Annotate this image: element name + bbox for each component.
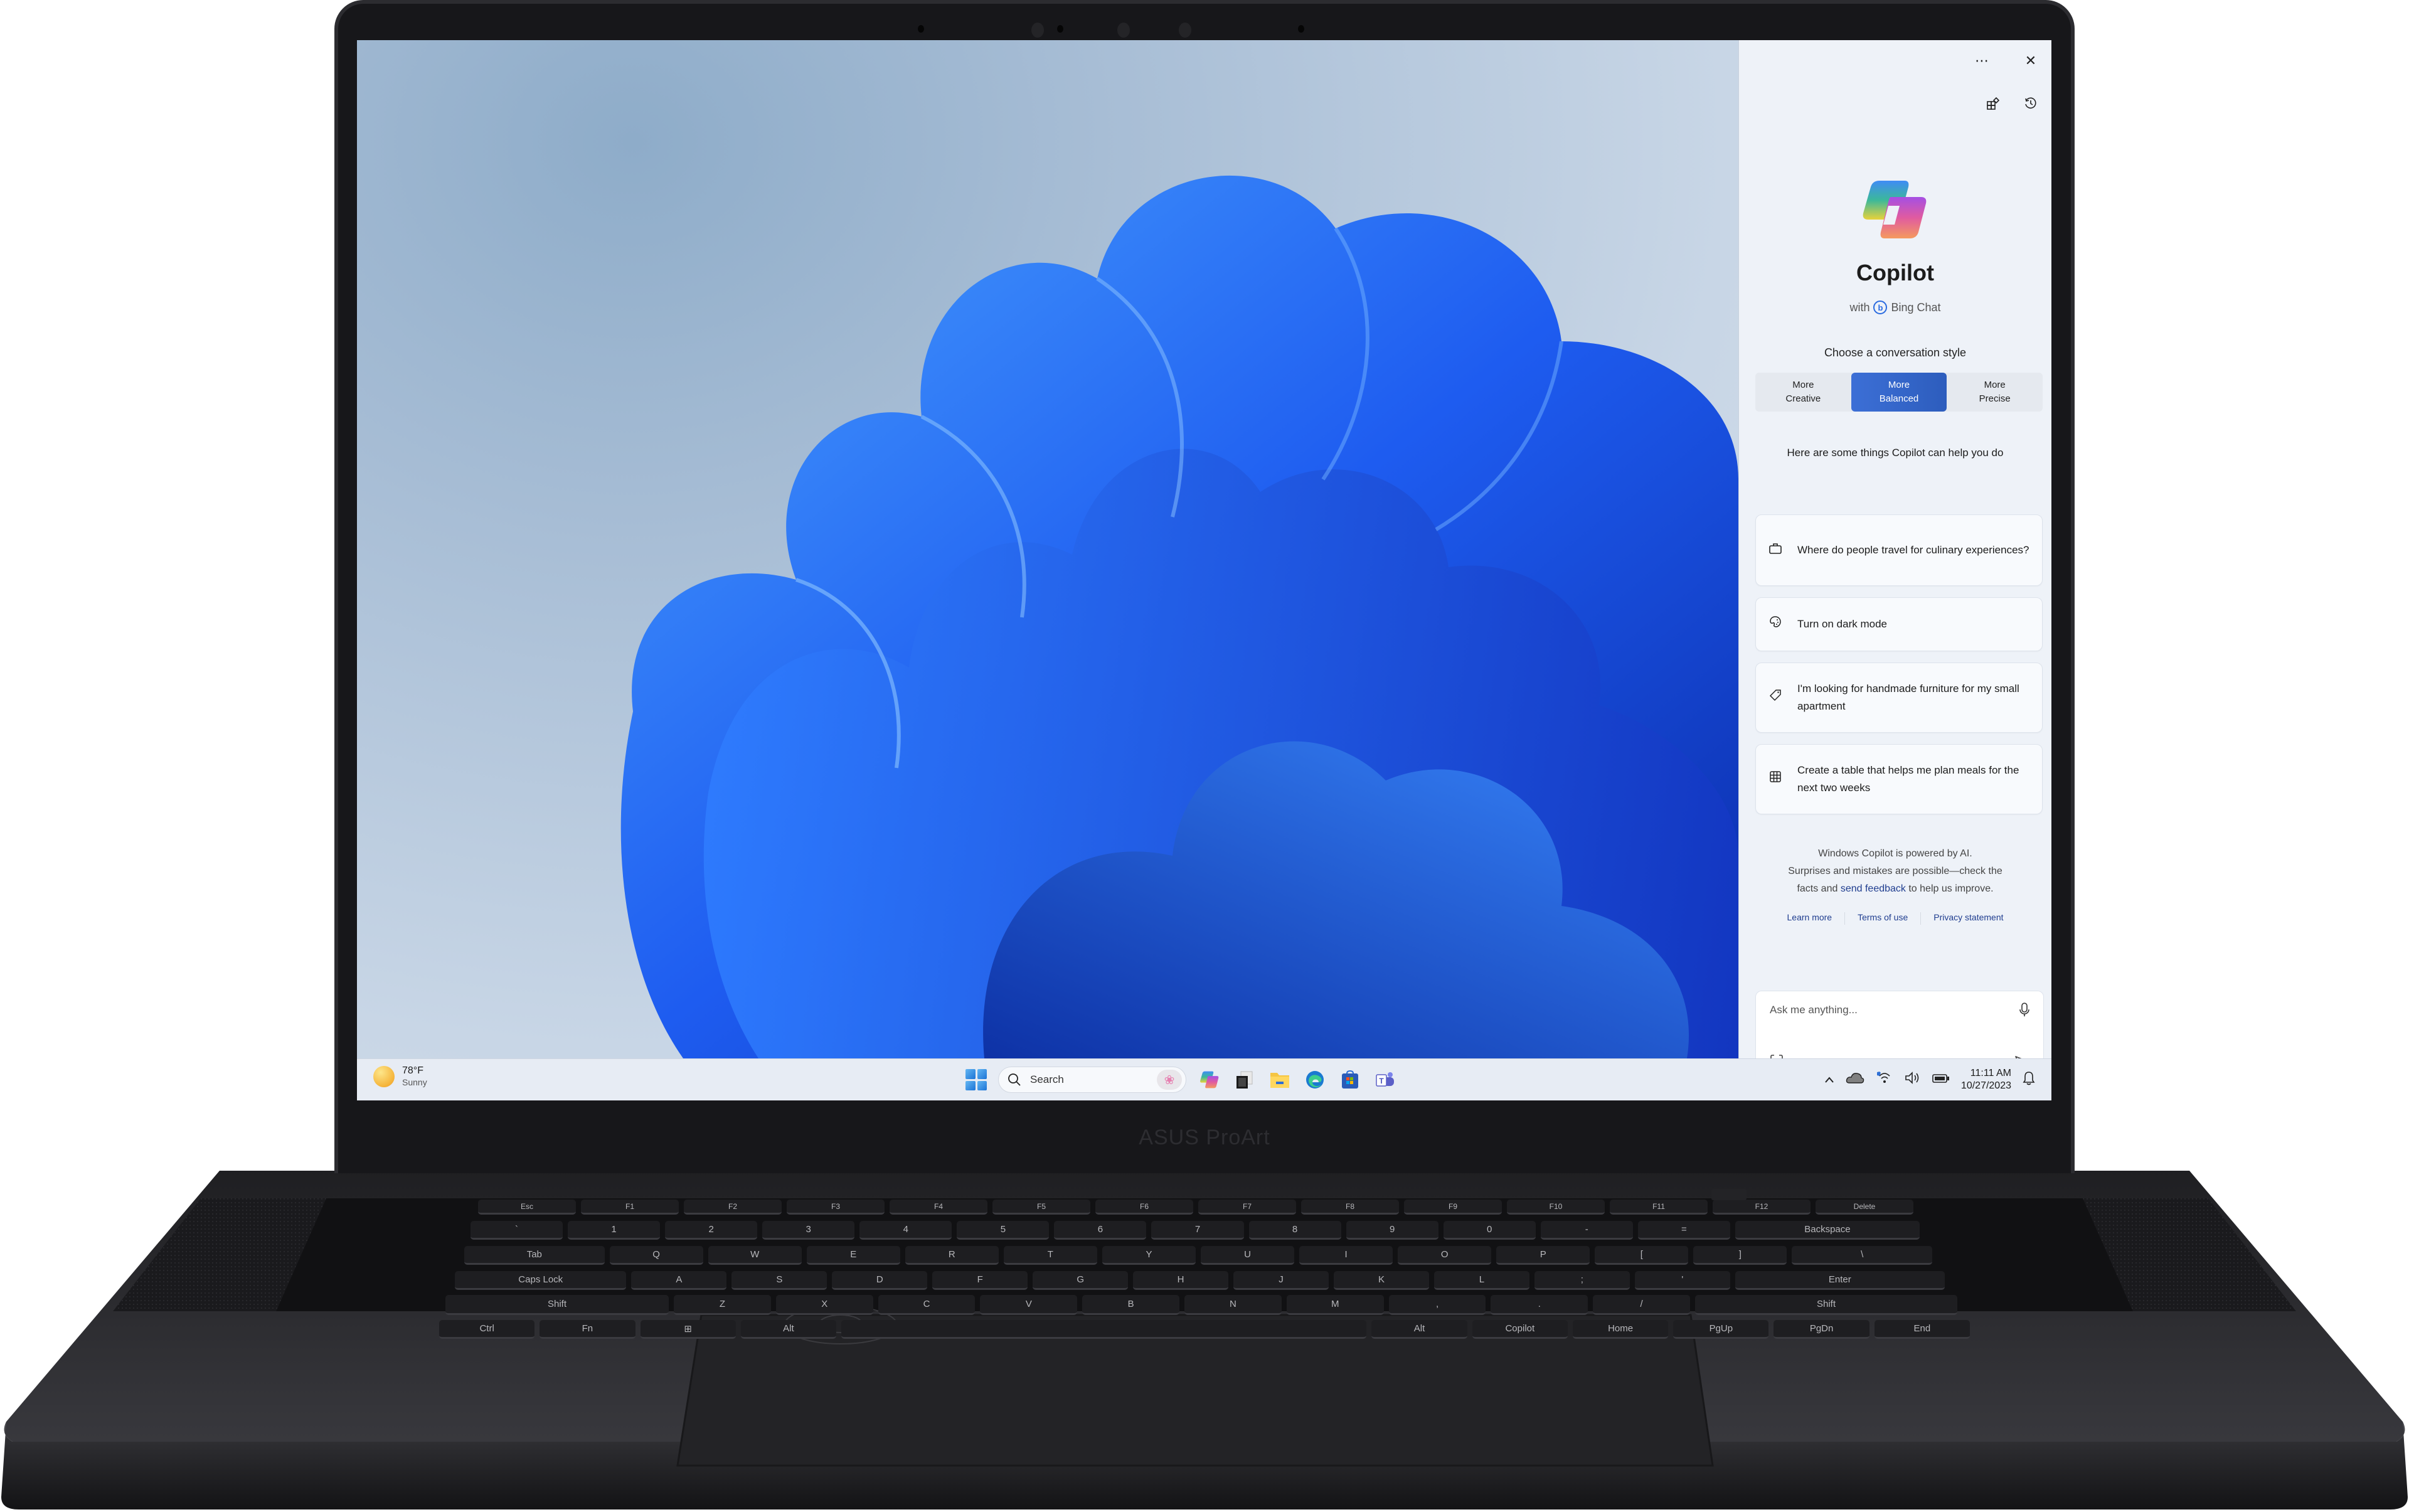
edge-icon[interactable] [1303,1068,1327,1092]
taskbar: 78°F Sunny Search ❀ T 11:11 AM 10/27/202… [357,1058,2051,1100]
suggestion-text: I'm looking for handmade furniture for m… [1797,683,2019,712]
learn-more-link[interactable]: Learn more [1787,912,1832,925]
bing-chat-icon: b [1873,301,1888,314]
suggestion-handmade-furniture[interactable]: I'm looking for handmade furniture for m… [1755,663,2043,733]
style-more-precise-button[interactable]: More Precise [1947,373,2043,412]
search-icon [1008,1073,1021,1086]
help-heading: Here are some things Copilot can help yo… [1787,447,2004,459]
search-label: Search [1030,1073,1064,1085]
chevron-up-icon[interactable] [1824,1073,1834,1087]
copilot-subtitle: with b Bing Chat [1739,301,2051,314]
laptop-photo: Esc F1 F2 F3 F4 F5 F6 F7 F8 F9 F10 F11 F12 Delete ` 1 2 3… [0,0,2409,1512]
suggestion-text: Where do people travel for culinary expe… [1797,544,2029,556]
terms-of-use-link[interactable]: Terms of use [1858,912,1908,925]
bell-icon[interactable] [2023,1070,2035,1089]
camera-icon [1117,23,1130,38]
windows-start-icon[interactable] [965,1069,987,1090]
volume-icon[interactable] [1905,1071,1921,1089]
screen: ⋯ ✕ Copilot with b Bing Chat Choose a co… [357,40,2051,1100]
laptop-base [1,1171,2408,1509]
svg-text:T: T [1379,1077,1384,1085]
plugins-icon[interactable] [1984,94,2002,113]
suggestion-text: Create a table that helps me plan meals … [1797,764,2019,794]
onedrive-icon[interactable] [1846,1072,1864,1088]
briefcase-icon [1768,541,1782,559]
clock[interactable]: 11:11 AM 10/27/2023 [1961,1067,2011,1092]
close-icon[interactable]: ✕ [2021,51,2040,70]
bloom-wallpaper-art [620,175,1738,1058]
taskbar-search[interactable]: Search ❀ [998,1067,1186,1093]
clock-date: 10/27/2023 [1960,1080,2011,1091]
history-icon[interactable] [2021,94,2040,113]
store-icon[interactable] [1338,1068,1362,1092]
system-tray: 11:11 AM 10/27/2023 [1824,1064,2035,1095]
suggestion-text: Turn on dark mode [1797,618,1887,630]
folder-icon[interactable] [1268,1068,1292,1092]
teams-icon[interactable]: T [1373,1068,1397,1092]
desktop-wallpaper [357,40,1738,1058]
copilot-logo-icon [1863,181,1927,238]
conversation-style-selector: More Creative More Balanced More Precise [1755,373,2043,412]
ask-input-placeholder: Ask me anything... [1770,1004,1858,1016]
subtitle-product: Bing Chat [1891,301,1941,314]
copilot-title: Copilot [1856,260,1934,285]
suggestion-meal-plan-table[interactable]: Create a table that helps me plan meals … [1755,744,2043,814]
divider [1844,912,1846,925]
copilot-panel: ⋯ ✕ Copilot with b Bing Chat Choose a co… [1738,40,2051,1082]
suggestion-dark-mode[interactable]: Turn on dark mode [1755,597,2043,651]
brand-logo: ASUS ProArt [1139,1126,1270,1149]
weather-widget[interactable]: 78°F Sunny [373,1065,427,1088]
sun-icon [373,1066,395,1087]
subtitle-prefix: with [1849,301,1870,314]
ai-disclaimer: Windows Copilot is powered by AI. Surpri… [1788,848,2002,894]
style-more-balanced-button[interactable]: More Balanced [1851,373,1947,412]
microphone-icon[interactable] [2019,1003,2029,1021]
suggestion-culinary-travel[interactable]: Where do people travel for culinary expe… [1755,514,2043,586]
style-more-creative-button[interactable]: More Creative [1755,373,1851,412]
copilot-icon[interactable] [1198,1068,1221,1092]
table-icon [1768,770,1782,788]
divider [1920,912,1922,925]
weather-temperature: 78°F [402,1065,423,1076]
lotus-icon: ❀ [1157,1070,1182,1090]
privacy-statement-link[interactable]: Privacy statement [1933,912,2003,925]
task-view-icon[interactable] [1233,1068,1257,1092]
suggestion-list: Where do people travel for culinary expe… [1755,514,2043,826]
battery-icon[interactable] [1932,1073,1950,1087]
more-options-icon[interactable]: ⋯ [1972,51,1991,70]
power-button [1711,1189,1747,1200]
legal-links: Learn more Terms of use Privacy statemen… [1739,912,2051,925]
clock-time: 11:11 AM [1970,1068,2011,1078]
touchpad [676,1314,1714,1467]
webcam-array [338,9,2071,40]
conversation-style-label: Choose a conversation style [1824,346,1967,359]
wifi-icon[interactable] [1876,1071,1893,1089]
palette-icon [1768,615,1782,633]
send-feedback-link[interactable]: send feedback [1841,883,1906,894]
weather-condition: Sunny [402,1077,427,1087]
tag-icon [1768,689,1782,706]
